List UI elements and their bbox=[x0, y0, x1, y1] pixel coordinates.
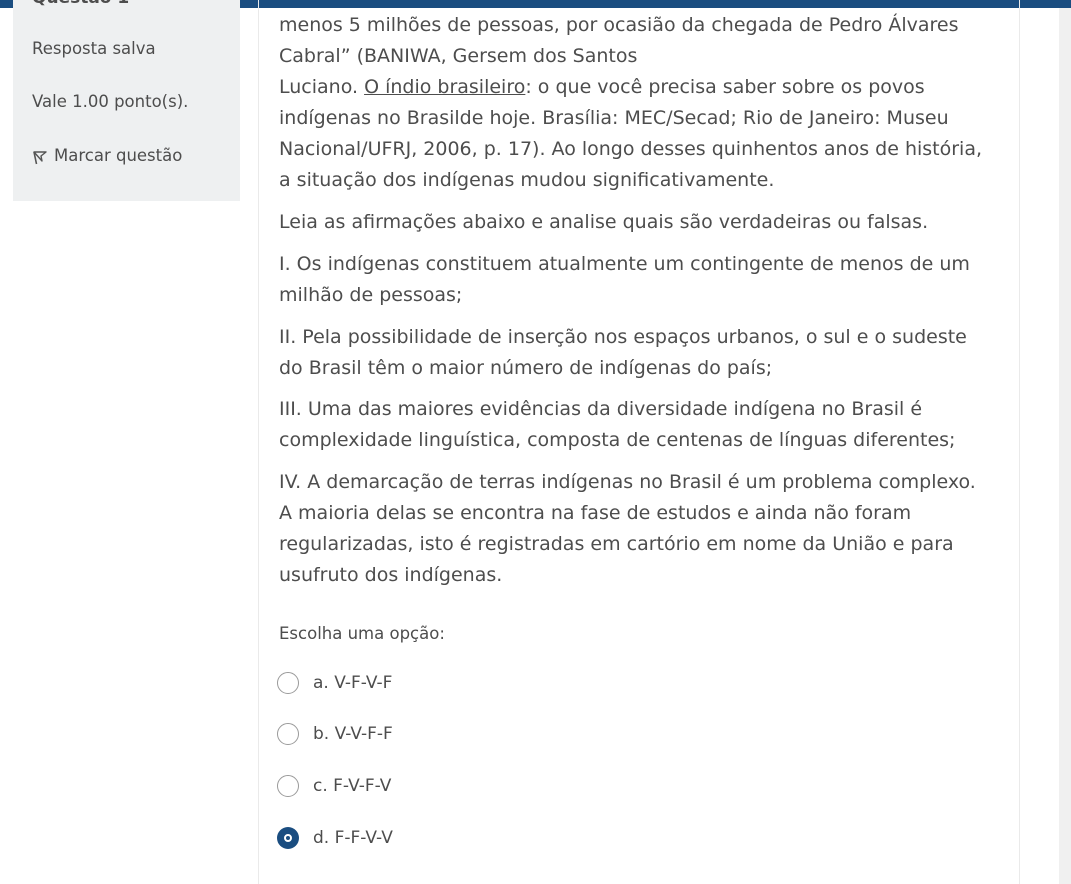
option-c-label: c. F-V-F-V bbox=[313, 776, 392, 796]
statement-2: II. Pela possibilidade de inserção nos e… bbox=[279, 326, 967, 379]
question-text: menos 5 milhões de pessoas, por ocasião … bbox=[279, 10, 989, 196]
question-citation: Luciano. O índio brasileiro: o que você … bbox=[279, 72, 989, 196]
citation-author: Luciano. bbox=[279, 76, 365, 98]
flag-question-button[interactable]: Marcar questão bbox=[32, 145, 182, 165]
statement-1: I. Os indígenas constituem atualmente um… bbox=[279, 253, 970, 306]
radio-option-d[interactable] bbox=[277, 827, 299, 849]
question-content: menos 5 milhões de pessoas, por ocasião … bbox=[258, 0, 1020, 884]
option-c[interactable]: c. F-V-F-V bbox=[277, 775, 391, 797]
radio-option-c[interactable] bbox=[277, 775, 299, 797]
answer-prompt: Escolha uma opção: bbox=[279, 624, 445, 643]
option-a[interactable]: a. V-F-V-F bbox=[277, 672, 392, 694]
citation-book-title: O índio brasileiro bbox=[364, 76, 526, 98]
radio-option-b[interactable] bbox=[277, 723, 299, 745]
question-grade: Vale 1.00 ponto(s). bbox=[32, 92, 189, 111]
question-status: Resposta salva bbox=[32, 39, 156, 58]
option-b-label: b. V-V-F-F bbox=[313, 724, 393, 744]
option-d[interactable]: d. F-F-V-V bbox=[277, 827, 393, 849]
option-a-label: a. V-F-V-F bbox=[313, 673, 393, 693]
flag-icon bbox=[33, 151, 47, 165]
question-number: Questão 1 bbox=[32, 0, 129, 8]
page-scrollbar[interactable] bbox=[1059, 8, 1071, 884]
question-text-line: menos 5 milhões de pessoas, por ocasião … bbox=[279, 14, 959, 36]
question-instruction: Leia as afirmações abaixo e analise quai… bbox=[279, 211, 929, 233]
radio-option-a[interactable] bbox=[277, 672, 299, 694]
question-text-line: Cabral” (BANIWA, Gersem dos Santos bbox=[279, 45, 638, 67]
question-info-panel: Questão 1 Resposta salva Vale 1.00 ponto… bbox=[13, 0, 240, 201]
option-d-label: d. F-F-V-V bbox=[313, 828, 393, 848]
statement-4: IV. A demarcação de terras indígenas no … bbox=[279, 471, 976, 586]
statement-3: III. Uma das maiores evidências da diver… bbox=[279, 398, 956, 451]
flag-question-label: Marcar questão bbox=[54, 145, 183, 165]
option-b[interactable]: b. V-V-F-F bbox=[277, 723, 393, 745]
